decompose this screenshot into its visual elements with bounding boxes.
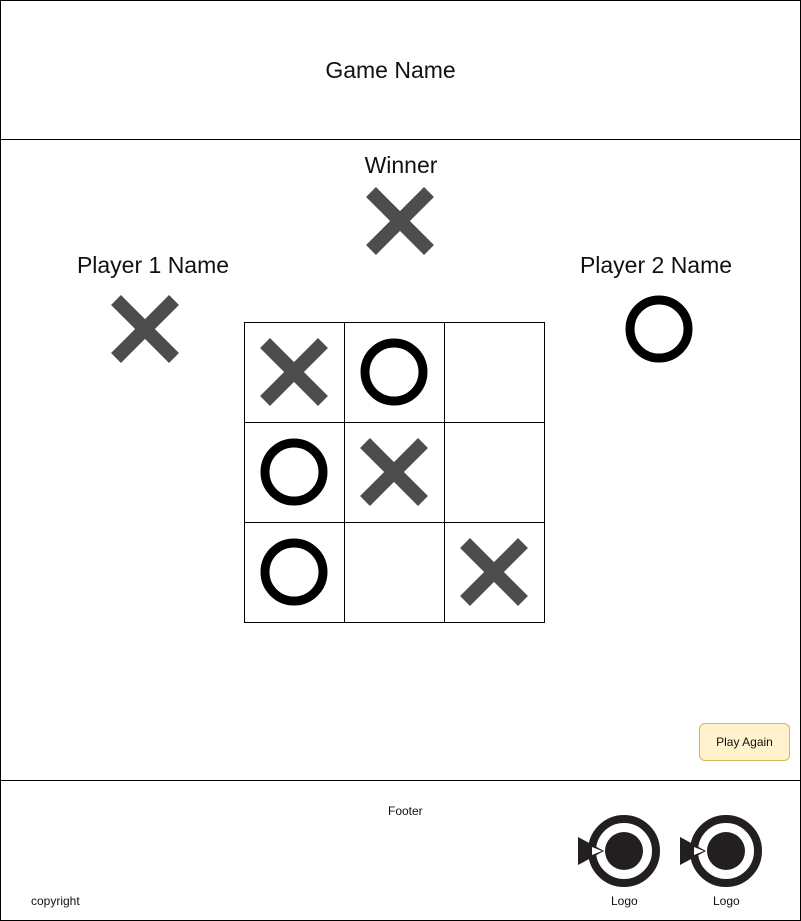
winner-label: Winner xyxy=(364,152,438,178)
copyright-text: copyright xyxy=(31,894,80,908)
player-1-mark xyxy=(110,294,180,364)
logo-icon[interactable] xyxy=(680,813,764,889)
board-cell-r3-c2[interactable] xyxy=(345,523,445,623)
game-area: Winner Player 1 Name Player 2 Name Play … xyxy=(0,140,801,780)
logo-icon[interactable] xyxy=(578,813,662,889)
board-cell-r1-c1[interactable] xyxy=(245,323,345,423)
logo-label: Logo xyxy=(713,894,740,908)
o-mark-icon xyxy=(625,295,693,363)
x-mark-icon xyxy=(366,187,434,255)
board-cell-r2-c3[interactable] xyxy=(445,423,545,523)
player-2-name: Player 2 Name xyxy=(579,252,733,278)
o-mark-icon xyxy=(260,438,328,506)
play-again-button[interactable]: Play Again xyxy=(699,723,790,761)
board-cell-r2-c1[interactable] xyxy=(245,423,345,523)
x-mark-icon xyxy=(111,295,179,363)
game-board xyxy=(244,322,545,623)
board-cell-r2-c2[interactable] xyxy=(345,423,445,523)
x-mark-icon xyxy=(460,538,528,606)
footer-label: Footer xyxy=(388,804,423,818)
logo-mark-icon xyxy=(680,815,762,887)
header: Game Name xyxy=(0,0,801,140)
winner-mark xyxy=(365,186,435,256)
player-1-name: Player 1 Name xyxy=(76,252,230,278)
player-2-mark xyxy=(624,294,694,364)
board-cell-r1-c2[interactable] xyxy=(345,323,445,423)
logo-label: Logo xyxy=(611,894,638,908)
o-mark-icon xyxy=(260,538,328,606)
board-cell-r1-c3[interactable] xyxy=(445,323,545,423)
board-cell-r3-c1[interactable] xyxy=(245,523,345,623)
o-mark-icon xyxy=(360,338,428,406)
game-title: Game Name xyxy=(325,57,456,83)
board-cell-r3-c3[interactable] xyxy=(445,523,545,623)
x-mark-icon xyxy=(260,338,328,406)
logo-mark-icon xyxy=(578,815,660,887)
footer: Footer copyright Logo Logo xyxy=(0,780,801,921)
x-mark-icon xyxy=(360,438,428,506)
